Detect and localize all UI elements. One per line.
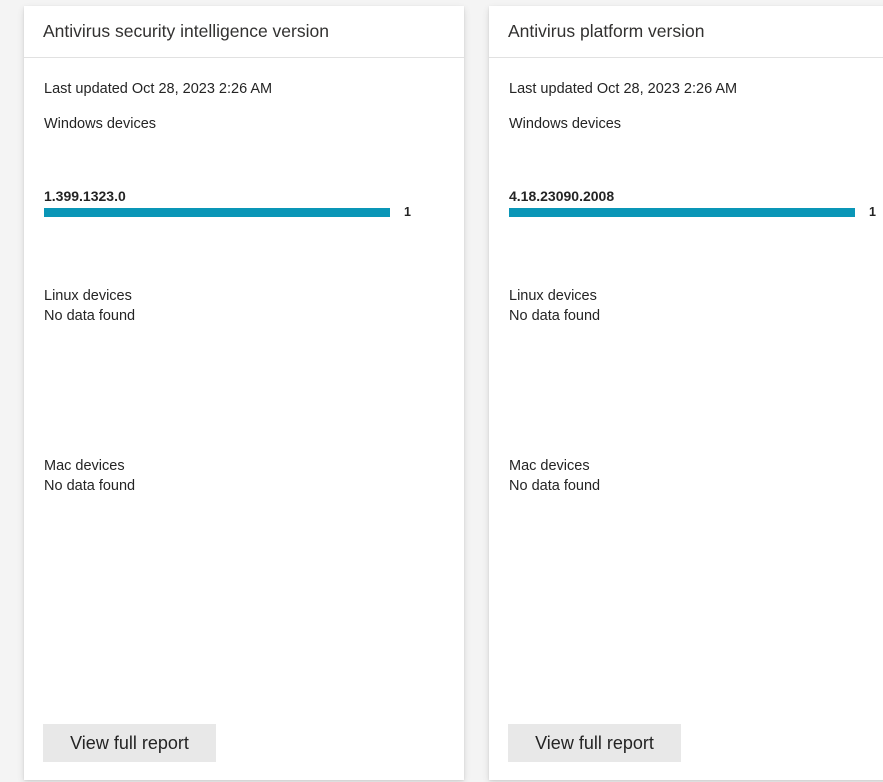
windows-version-bar-track[interactable] [44, 208, 390, 217]
windows-version-count: 1 [404, 205, 411, 219]
card-header: Antivirus security intelligence version [24, 6, 464, 58]
linux-no-data-text: No data found [509, 308, 601, 324]
windows-version-label: 1.399.1323.0 [44, 188, 126, 204]
last-updated-text: Last updated Oct 28, 2023 2:26 AM [509, 81, 738, 97]
card-title: Antivirus security intelligence version [43, 21, 329, 41]
mac-devices-label: Mac devices [44, 458, 125, 474]
windows-devices-label: Windows devices [509, 116, 622, 132]
windows-devices-label: Windows devices [44, 116, 157, 132]
mac-no-data-text: No data found [509, 478, 601, 494]
card-title: Antivirus platform version [508, 21, 705, 41]
linux-devices-label: Linux devices [44, 288, 132, 304]
linux-no-data-text: No data found [44, 308, 136, 324]
mac-no-data-text: No data found [44, 478, 136, 494]
windows-version-bar[interactable] [509, 208, 855, 217]
windows-version-count: 1 [869, 205, 876, 219]
security-intelligence-version-card: Antivirus security intelligence version … [24, 6, 464, 780]
card-header: Antivirus platform version [489, 6, 883, 58]
mac-devices-label: Mac devices [509, 458, 590, 474]
linux-devices-label: Linux devices [509, 288, 597, 304]
view-full-report-button[interactable]: View full report [508, 724, 681, 762]
platform-version-card: Antivirus platform version Last updated … [489, 6, 883, 780]
windows-version-bar[interactable] [44, 208, 390, 217]
last-updated-text: Last updated Oct 28, 2023 2:26 AM [44, 81, 273, 97]
view-full-report-button[interactable]: View full report [43, 724, 216, 762]
windows-version-bar-track[interactable] [509, 208, 855, 217]
windows-version-label: 4.18.23090.2008 [509, 188, 615, 204]
